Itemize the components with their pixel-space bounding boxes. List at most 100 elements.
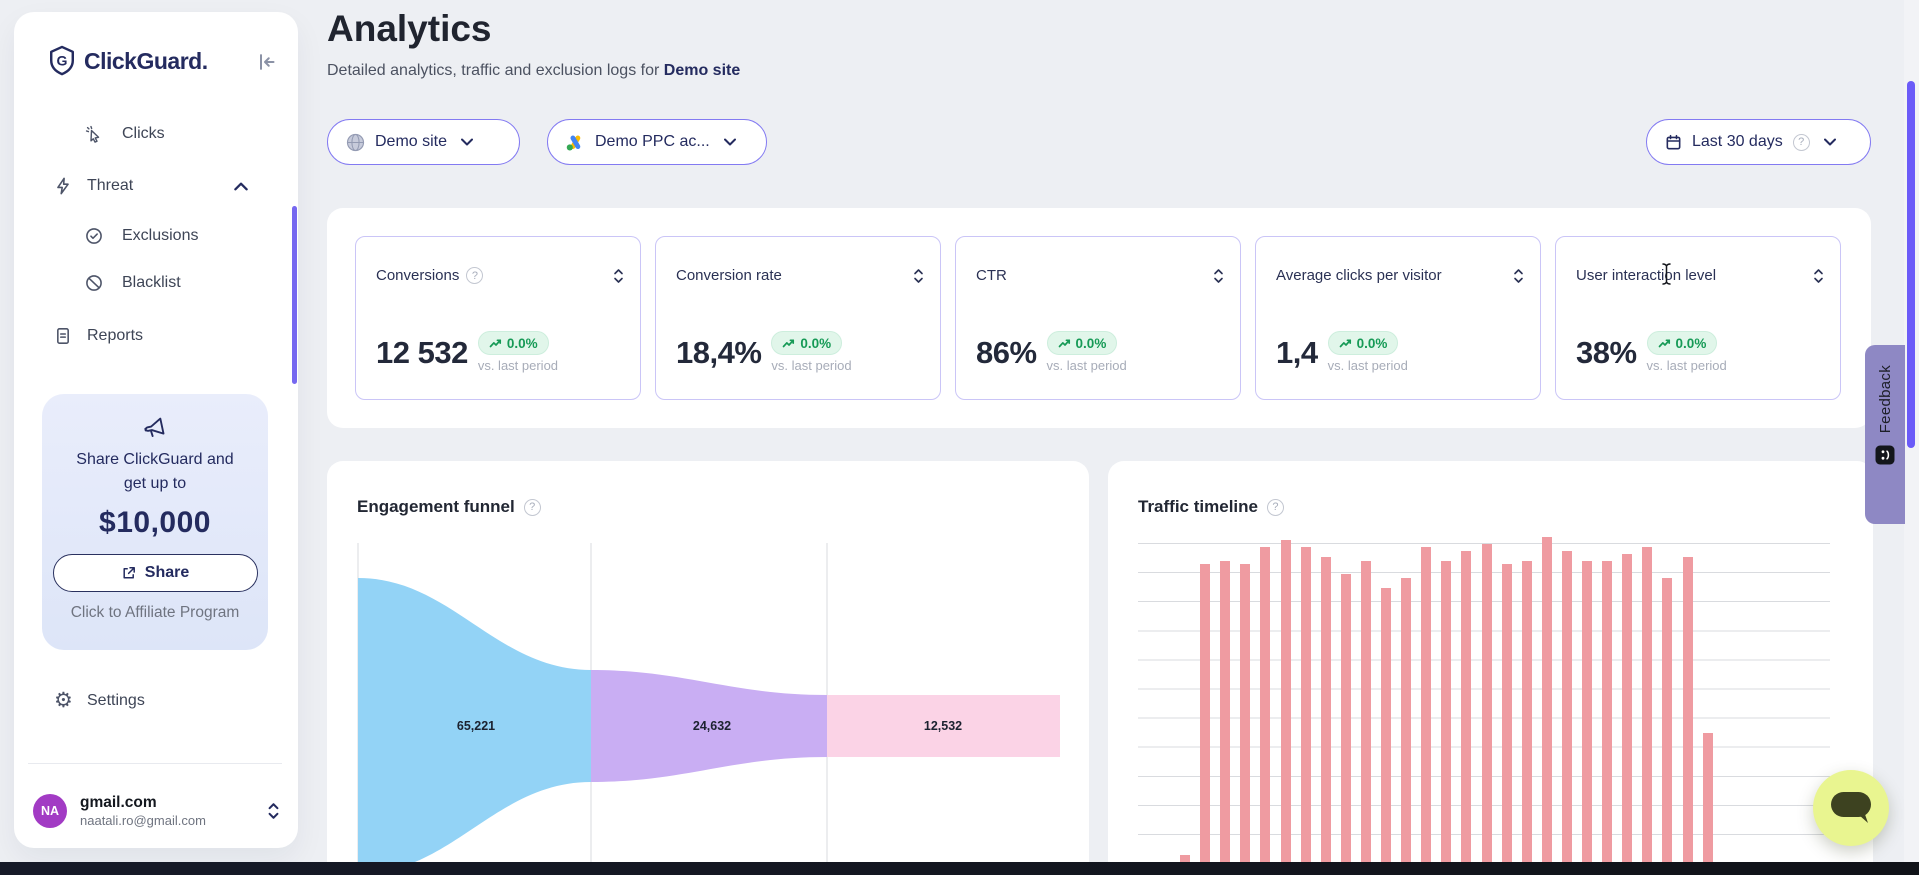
account-name: gmail.com	[80, 794, 254, 812]
traffic-bar	[1240, 564, 1250, 875]
chat-launcher-button[interactable]	[1813, 770, 1889, 846]
sidebar-item-label: Settings	[87, 692, 145, 710]
sidebar-scrollbar-thumb[interactable]	[292, 206, 297, 384]
traffic-bar	[1602, 561, 1612, 875]
traffic-bar	[1582, 561, 1592, 875]
funnel-stage-value: 65,221	[457, 719, 495, 733]
trend-up-icon	[489, 338, 502, 348]
traffic-bar	[1461, 551, 1471, 875]
chevron-down-icon	[461, 138, 473, 146]
funnel-chart	[327, 461, 1089, 875]
traffic-bar	[1281, 540, 1291, 875]
traffic-bar	[1562, 551, 1572, 875]
sort-icon[interactable]	[1813, 268, 1824, 284]
cursor-click-icon	[85, 125, 103, 143]
kpi-compare-label: vs. last period	[771, 358, 851, 373]
traffic-bar	[1683, 557, 1693, 875]
help-icon[interactable]: ?	[466, 267, 483, 284]
ppc-account-dropdown[interactable]: Demo PPC ac...	[547, 119, 767, 165]
kpi-card-avg-clicks: Average clicks per visitor 1,4 0.0% vs. …	[1255, 236, 1541, 400]
clickguard-dashboard: G ClickGuard. Clicks Threat	[0, 0, 1919, 875]
date-range-dropdown[interactable]: Last 30 days ?	[1646, 119, 1871, 165]
date-range-value: Last 30 days	[1692, 133, 1783, 151]
traffic-bar	[1381, 588, 1391, 875]
sidebar-collapse-icon[interactable]	[256, 52, 276, 72]
traffic-bar	[1622, 554, 1632, 875]
kpi-delta-badge: 0.0%	[1328, 331, 1399, 355]
traffic-bar	[1482, 544, 1492, 875]
site-filter-dropdown[interactable]: Demo site	[327, 119, 520, 165]
account-switcher[interactable]: NA gmail.com naatali.ro@gmail.com	[33, 790, 280, 832]
sidebar-item-label: Exclusions	[122, 227, 198, 245]
chevron-down-icon	[724, 138, 736, 146]
sidebar-item-clicks[interactable]: Clicks	[14, 116, 298, 152]
traffic-bar	[1642, 547, 1652, 875]
help-icon[interactable]: ?	[524, 499, 541, 516]
kpi-card-interaction-level: User interaction level 38% 0.0% vs. last…	[1555, 236, 1841, 400]
sort-icon[interactable]	[613, 268, 624, 284]
trend-up-icon	[1058, 338, 1071, 348]
sort-icon[interactable]	[1513, 268, 1524, 284]
feedback-label: Feedback	[1877, 365, 1894, 433]
trend-up-icon	[782, 338, 795, 348]
engagement-funnel-card: Engagement funnel ? 65,221 24,632 12,532	[327, 461, 1089, 875]
affiliate-link[interactable]: Click to Affiliate Program	[42, 604, 268, 622]
kpi-compare-label: vs. last period	[1647, 358, 1727, 373]
lightning-icon	[54, 177, 72, 195]
trend-up-icon	[1658, 338, 1671, 348]
page-scrollbar-thumb[interactable]	[1907, 81, 1915, 448]
sidebar: G ClickGuard. Clicks Threat	[14, 12, 298, 848]
sidebar-item-exclusions[interactable]: Exclusions	[14, 218, 298, 254]
globe-icon	[346, 133, 365, 152]
kpi-card-ctr: CTR 86% 0.0% vs. last period	[955, 236, 1241, 400]
page-title: Analytics	[327, 8, 492, 50]
help-icon[interactable]: ?	[1793, 134, 1810, 151]
site-filter-value: Demo site	[375, 133, 447, 151]
sidebar-item-settings[interactable]: ⚙ Settings	[14, 684, 298, 720]
kpi-label: CTR	[976, 267, 1007, 284]
external-link-icon	[121, 565, 137, 581]
kpi-delta-badge: 0.0%	[478, 331, 549, 355]
kpi-value: 18,4%	[676, 335, 761, 371]
kpi-label: Average clicks per visitor	[1276, 267, 1442, 284]
traffic-bar	[1401, 578, 1411, 875]
sidebar-divider	[28, 763, 282, 764]
traffic-bar	[1301, 547, 1311, 875]
chevron-up-down-icon	[267, 802, 280, 820]
traffic-bar	[1321, 557, 1331, 875]
trend-up-icon	[1339, 338, 1352, 348]
text-cursor	[1660, 262, 1673, 286]
traffic-bar	[1341, 574, 1351, 875]
traffic-bar	[1421, 547, 1431, 875]
sort-icon[interactable]	[1213, 268, 1224, 284]
kpi-delta-badge: 0.0%	[1047, 331, 1118, 355]
kpi-delta-badge: 0.0%	[1647, 331, 1718, 355]
share-button[interactable]: Share	[53, 554, 258, 592]
ppc-account-value: Demo PPC ac...	[595, 133, 710, 151]
kpi-card-conversion-rate: Conversion rate 18,4% 0.0% vs. last peri…	[655, 236, 941, 400]
sidebar-item-threat[interactable]: Threat	[14, 168, 298, 204]
traffic-bar	[1522, 561, 1532, 875]
funnel-stage-value: 12,532	[924, 719, 962, 733]
traffic-bar	[1542, 537, 1552, 875]
feedback-tab[interactable]: Feedback	[1865, 345, 1905, 524]
traffic-bar	[1361, 561, 1371, 875]
sidebar-item-blacklist[interactable]: Blacklist	[14, 265, 298, 301]
traffic-bar	[1200, 564, 1210, 875]
affiliate-promo-card[interactable]: Share ClickGuard and get up to $10,000 S…	[42, 394, 268, 650]
traffic-bar	[1441, 561, 1451, 875]
traffic-bar	[1662, 578, 1672, 875]
sidebar-item-label: Blacklist	[122, 274, 181, 292]
traffic-bar	[1220, 561, 1230, 875]
promo-line1: Share ClickGuard and	[42, 448, 268, 472]
page-subtitle: Detailed analytics, traffic and exclusio…	[327, 62, 740, 80]
funnel-title: Engagement funnel	[357, 497, 515, 517]
sort-icon[interactable]	[913, 268, 924, 284]
traffic-bars	[1108, 461, 1873, 875]
kpi-value: 38%	[1576, 335, 1637, 371]
promo-line2: get up to	[42, 472, 268, 496]
sidebar-item-reports[interactable]: Reports	[14, 318, 298, 354]
chevron-down-icon	[1824, 138, 1836, 146]
kpi-label: User interaction level	[1576, 267, 1716, 284]
kpi-label: Conversion rate	[676, 267, 782, 284]
